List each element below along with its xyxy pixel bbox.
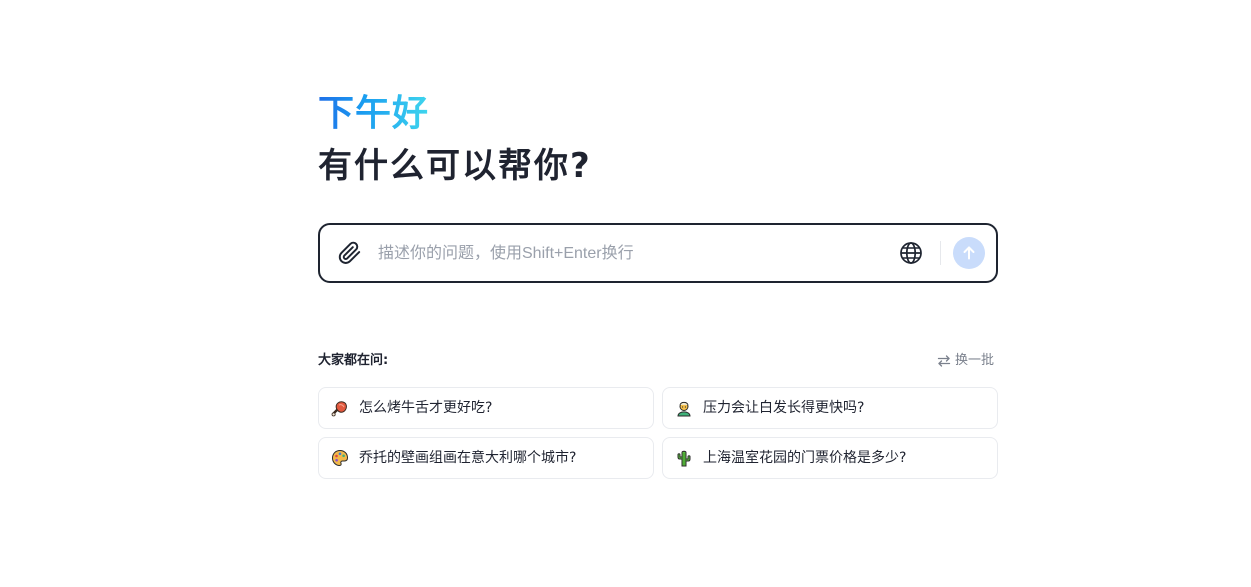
suggestion-text: 乔托的壁画组画在意大利哪个城市? [359, 450, 577, 466]
suggestion-text: 压力会让白发长得更快吗? [703, 400, 865, 416]
paperclip-icon [338, 241, 361, 264]
refresh-label: 换一批 [955, 353, 995, 368]
suggestion-text: 上海温室花园的门票价格是多少? [703, 450, 907, 466]
suggestions-label: 大家都在问: [318, 353, 389, 368]
web-search-toggle[interactable] [899, 241, 923, 265]
chat-home-page: 下午好 有什么可以帮你? 大家都在问: [0, 0, 1251, 587]
send-button[interactable] [953, 237, 985, 269]
prompt-composer [318, 223, 998, 283]
swap-arrows-icon [937, 355, 951, 367]
person-icon [677, 401, 691, 417]
suggestion-card[interactable]: 乔托的壁画组画在意大利哪个城市? [318, 437, 654, 479]
suggestion-card[interactable]: 压力会让白发长得更快吗? [662, 387, 998, 429]
composer-divider [940, 241, 941, 265]
globe-icon [900, 242, 922, 264]
meat-on-bone-icon [331, 401, 347, 417]
suggestion-card[interactable]: 上海温室花园的门票价格是多少? [662, 437, 998, 479]
attach-file-button[interactable] [336, 240, 362, 266]
prompt-input[interactable] [376, 239, 880, 269]
page-headline: 有什么可以帮你? [318, 146, 592, 186]
cactus-icon [677, 450, 691, 467]
arrow-up-icon [963, 246, 975, 260]
suggestion-text: 怎么烤牛舌才更好吃? [359, 400, 493, 416]
suggestion-card[interactable]: 怎么烤牛舌才更好吃? [318, 387, 654, 429]
greeting-title: 下午好 [318, 93, 430, 134]
artist-palette-icon [331, 449, 349, 467]
refresh-suggestions-button[interactable]: 换一批 [937, 351, 994, 371]
